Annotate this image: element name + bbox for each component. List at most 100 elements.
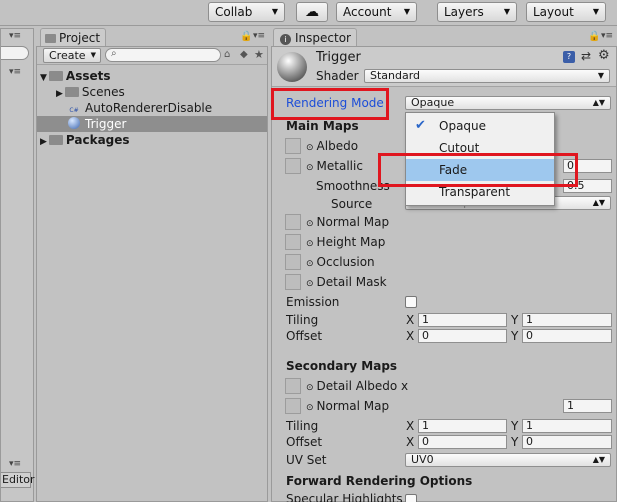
collab-label: Collab bbox=[215, 5, 253, 19]
create-dropdown[interactable]: Create ▼ bbox=[43, 48, 101, 63]
layout-button[interactable]: Layout ▼ bbox=[526, 2, 606, 22]
uv-set-value: UV0 bbox=[411, 453, 434, 466]
normal-map-slot[interactable] bbox=[285, 214, 301, 230]
tree-label: Packages bbox=[65, 133, 130, 147]
favorite-star-icon[interactable]: ★ bbox=[254, 48, 264, 61]
info-icon: i bbox=[280, 34, 291, 45]
panel-menu-icon[interactable]: ▾≡ bbox=[9, 67, 21, 77]
tree-item-packages[interactable]: ▶ Packages bbox=[40, 132, 130, 148]
project-search-input[interactable]: ⌕ bbox=[105, 48, 221, 62]
rendering-mode-value: Opaque bbox=[411, 96, 455, 109]
tree-label: AutoRendererDisable bbox=[85, 101, 213, 115]
tree-item-scenes[interactable]: ▶ Scenes bbox=[56, 84, 125, 100]
expand-arrow-icon: ▼ bbox=[40, 73, 47, 83]
partial-search-field[interactable] bbox=[1, 46, 29, 60]
secondary-offset-x-field[interactable]: 0 bbox=[418, 435, 507, 449]
layers-label: Layers bbox=[444, 5, 484, 19]
menu-item-label: Transparent bbox=[439, 185, 511, 199]
create-label: Create bbox=[49, 49, 86, 62]
filter-by-type-icon[interactable]: ⌂ bbox=[224, 49, 230, 60]
dropdown-arrow-icon: ▲▼ bbox=[592, 455, 605, 464]
editor-tab-label: Editor bbox=[2, 473, 35, 486]
inspector-tab-label: Inspector bbox=[295, 31, 351, 45]
left-partial-panel: ▾≡ ▾≡ ▾≡ Editor bbox=[0, 28, 35, 502]
main-maps-heading: Main Maps bbox=[286, 119, 359, 133]
layers-button[interactable]: Layers ▼ bbox=[437, 2, 517, 22]
uv-set-label: UV Set bbox=[286, 453, 327, 467]
filter-by-label-icon[interactable]: ◆ bbox=[240, 49, 248, 60]
albedo-texture-slot[interactable] bbox=[285, 138, 301, 154]
cloud-icon: ☁ bbox=[305, 4, 319, 20]
albedo-label: ⊙ Albedo bbox=[306, 139, 359, 153]
tree-label: Trigger bbox=[85, 117, 127, 131]
dropdown-arrow-icon: ▼ bbox=[90, 51, 96, 59]
source-label: Source bbox=[331, 197, 373, 211]
tiling-x-label: X bbox=[406, 313, 415, 327]
secondary-normal-scale-field[interactable]: 1 bbox=[563, 399, 612, 413]
cloud-button[interactable]: ☁ bbox=[296, 2, 328, 22]
secondary-offset-y-label: Y bbox=[511, 435, 519, 449]
tree-item-script[interactable]: C# AutoRendererDisable bbox=[68, 100, 212, 116]
detail-albedo-label: ⊙ Detail Albedo x bbox=[306, 379, 409, 393]
menu-item-opaque[interactable]: ✔ Opaque bbox=[406, 115, 554, 137]
offset-label: Offset bbox=[286, 329, 323, 343]
secondary-tiling-y-label: Y bbox=[511, 419, 519, 433]
object-picker-icon: ⊙ bbox=[306, 143, 314, 153]
secondary-offset-x-label: X bbox=[406, 435, 415, 449]
panel-menu-icon[interactable]: ▾≡ bbox=[253, 31, 265, 41]
collab-button[interactable]: Collab ▼ bbox=[208, 2, 285, 22]
shader-value: Standard bbox=[370, 69, 421, 82]
tree-label: Scenes bbox=[81, 85, 125, 99]
rendering-mode-dropdown[interactable]: Opaque ▲▼ bbox=[405, 96, 611, 110]
specular-highlights-checkbox[interactable] bbox=[405, 494, 417, 502]
help-book-icon[interactable]: ? bbox=[563, 51, 575, 63]
layout-label: Layout bbox=[533, 5, 574, 19]
offset-x-field[interactable]: 0 bbox=[418, 329, 507, 343]
preset-icon[interactable]: ⇄ bbox=[581, 49, 591, 63]
occlusion-slot[interactable] bbox=[285, 254, 301, 270]
tab-project[interactable]: Project bbox=[40, 28, 106, 48]
collapse-arrow-icon: ▶ bbox=[40, 137, 47, 147]
tree-item-trigger[interactable]: Trigger bbox=[68, 116, 126, 132]
secondary-normal-map-label: ⊙ Normal Map bbox=[306, 399, 390, 413]
secondary-tiling-x-label: X bbox=[406, 419, 415, 433]
folder-icon bbox=[45, 34, 56, 43]
dropdown-arrow-icon: ▼ bbox=[503, 7, 510, 16]
editor-tab-partial[interactable]: Editor bbox=[1, 472, 35, 488]
secondary-normal-map-slot[interactable] bbox=[285, 398, 301, 414]
metallic-texture-slot[interactable] bbox=[285, 158, 301, 174]
occlusion-label: ⊙ Occlusion bbox=[306, 255, 375, 269]
tab-inspector[interactable]: i Inspector bbox=[273, 28, 357, 48]
secondary-tiling-x-field[interactable]: 1 bbox=[418, 419, 507, 433]
account-button[interactable]: Account ▼ bbox=[336, 2, 417, 22]
emission-checkbox[interactable] bbox=[405, 296, 417, 308]
fade-annotation-box bbox=[378, 153, 578, 187]
tiling-y-field[interactable]: 1 bbox=[522, 313, 612, 327]
detail-mask-slot[interactable] bbox=[285, 274, 301, 290]
dropdown-arrow-icon: ▼ bbox=[592, 7, 599, 16]
lock-icon[interactable]: 🔒 bbox=[240, 31, 252, 42]
settings-gear-icon[interactable]: ⚙ bbox=[598, 48, 610, 63]
object-picker-icon: ⊙ bbox=[306, 239, 314, 249]
secondary-tiling-y-field[interactable]: 1 bbox=[522, 419, 612, 433]
object-picker-icon: ⊙ bbox=[306, 383, 314, 393]
material-preview-sphere bbox=[277, 52, 307, 82]
uv-set-dropdown[interactable]: UV0 ▲▼ bbox=[405, 453, 611, 467]
height-map-slot[interactable] bbox=[285, 234, 301, 250]
dropdown-arrow-icon: ▼ bbox=[403, 7, 410, 16]
forward-rendering-heading: Forward Rendering Options bbox=[286, 474, 473, 488]
detail-albedo-slot[interactable] bbox=[285, 378, 301, 394]
panel-menu-icon[interactable]: ▾≡ bbox=[9, 31, 21, 41]
lock-icon[interactable]: 🔒 bbox=[588, 31, 600, 42]
panel-menu-icon[interactable]: ▾≡ bbox=[9, 459, 21, 469]
tiling-x-field[interactable]: 1 bbox=[418, 313, 507, 327]
shader-label: Shader bbox=[316, 69, 359, 83]
search-icon: ⌕ bbox=[111, 48, 117, 59]
dropdown-arrow-icon: ▲▼ bbox=[592, 198, 605, 207]
offset-y-field[interactable]: 0 bbox=[522, 329, 612, 343]
secondary-offset-label: Offset bbox=[286, 435, 323, 449]
secondary-offset-y-field[interactable]: 0 bbox=[522, 435, 612, 449]
shader-dropdown[interactable]: Standard ▼ bbox=[364, 69, 610, 83]
panel-menu-icon[interactable]: ▾≡ bbox=[601, 31, 613, 41]
tree-item-assets[interactable]: ▼ Assets bbox=[40, 68, 111, 84]
